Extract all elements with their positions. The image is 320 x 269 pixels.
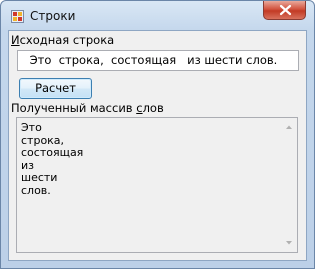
close-button[interactable] xyxy=(263,1,306,20)
source-label-rest: сходная строка xyxy=(19,33,115,47)
scroll-down-arrow-icon[interactable] xyxy=(285,240,293,246)
app-icon xyxy=(11,10,24,23)
window-title: Строки xyxy=(30,9,76,23)
close-icon xyxy=(279,4,292,16)
scroll-up-arrow-icon[interactable] xyxy=(285,124,293,130)
result-label: Полученный массив слов xyxy=(11,101,164,115)
calculate-button[interactable]: Расчет xyxy=(19,78,92,99)
source-string-input[interactable]: Это строка, состоящая из шести слов. xyxy=(17,50,299,71)
result-label-start: Полученный массив xyxy=(11,101,137,115)
result-scrollbar[interactable] xyxy=(281,118,297,252)
result-label-rest: лов xyxy=(142,101,164,115)
result-textbox[interactable]: Это строка, состоящая из шести слов. xyxy=(16,117,298,253)
source-string-label: Исходная строка xyxy=(11,33,114,47)
result-words-text: Это строка, состоящая из шести слов. xyxy=(21,121,84,197)
source-label-mnemonic: И xyxy=(11,33,20,47)
title-bar[interactable]: Строки xyxy=(1,1,314,31)
